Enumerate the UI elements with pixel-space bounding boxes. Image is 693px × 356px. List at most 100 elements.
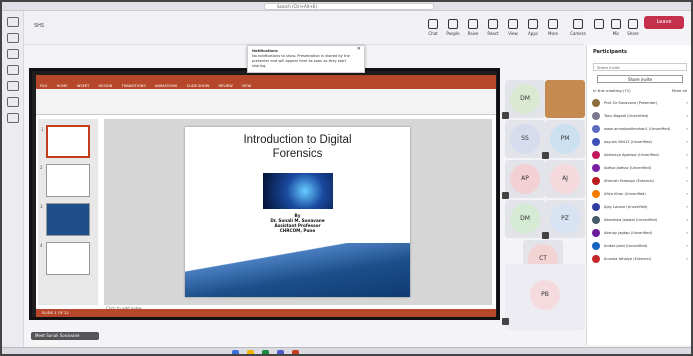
menu-slideshow[interactable]: SLIDE SHOW <box>186 84 209 88</box>
close-icon[interactable]: ✕ <box>357 47 361 52</box>
mic-icon: ⌁ <box>685 152 688 157</box>
participant-row[interactable]: Afrenish Farooqui (External) ⌁ <box>587 174 691 187</box>
powerpoint-app-icon[interactable] <box>292 350 299 354</box>
camera-button[interactable]: Camera <box>569 19 587 41</box>
files-icon[interactable] <box>6 97 19 107</box>
share-invite-button[interactable]: Share invite <box>597 75 683 83</box>
mic-icon: ⌁ <box>685 217 688 222</box>
avatar <box>592 137 600 146</box>
mic-icon: ⌁ <box>685 178 688 183</box>
mic-icon: ⌁ <box>685 204 688 209</box>
menu-animations[interactable]: ANIMATIONS <box>155 84 178 88</box>
share-button[interactable]: Share <box>624 19 642 41</box>
menu-design[interactable]: DESIGN <box>99 84 113 88</box>
apps-button[interactable]: Apps <box>524 19 542 41</box>
taskbar <box>2 347 691 354</box>
participant-name: Tanu Bagadi (Unverified) <box>604 113 649 118</box>
slide-thumb[interactable]: 1 <box>41 125 90 158</box>
app-icon[interactable] <box>262 350 269 354</box>
pp-title-bar <box>36 75 496 83</box>
pp-status-bar: SLIDE 1 OF 21 <box>36 309 496 317</box>
participant-name: Akshay Jagtap (Unverified) <box>604 230 653 235</box>
ribbon <box>36 89 496 115</box>
current-slide[interactable]: Introduction to Digital Forensics By Dr.… <box>185 127 410 297</box>
calls-icon[interactable] <box>6 81 19 91</box>
menu-review[interactable]: REVIEW <box>219 84 233 88</box>
chat-icon[interactable] <box>6 33 19 43</box>
slide-author-block: By Dr. Sonali M. Sonavane Assistant Prof… <box>270 213 325 233</box>
participant-row[interactable]: Tanu Bagadi (Unverified) ⌁ <box>587 109 691 122</box>
participant-name: Aditya Jadhav (Unverified) <box>604 165 652 170</box>
avatar <box>592 228 600 237</box>
mute-all-button[interactable]: Mute all <box>672 88 687 93</box>
raise-hand-button[interactable]: Raise <box>464 19 482 41</box>
participant-tiles: DM SS PM AP AJ DM PZ CT 1/3 PB <box>501 68 586 338</box>
participant-row[interactable]: Akshay Jagtap (Unverified) ⌁ <box>587 226 691 239</box>
teams-app-icon[interactable] <box>277 350 284 354</box>
cyber-hand-image <box>263 173 333 209</box>
avatar <box>592 254 600 263</box>
participant-name: aayush 08412 (Unverified) <box>604 139 652 144</box>
mic-icon: ⌁ <box>685 100 688 105</box>
react-button[interactable]: React <box>484 19 502 41</box>
participant-row[interactable]: Aditya Jadhav (Unverified) ⌁ <box>587 161 691 174</box>
people-button[interactable]: People <box>444 19 462 41</box>
avatar: PB <box>530 280 560 310</box>
avatar: DM <box>510 84 540 114</box>
participant-row[interactable]: Abhinaya Agarwal (Unverified) ⌁ <box>587 148 691 161</box>
participant-name: Afiya Khan (Unverified) <box>604 191 646 196</box>
camera-icon[interactable] <box>590 19 608 41</box>
avatar: AJ <box>550 164 580 194</box>
more-button[interactable]: More <box>544 19 562 41</box>
notification-popup: Notifications No notifications to show. … <box>247 45 365 73</box>
mic-off-icon <box>502 112 509 119</box>
leave-button[interactable]: Leave <box>644 16 684 29</box>
video-tile-camera[interactable] <box>545 80 585 118</box>
app-icon[interactable] <box>232 350 239 354</box>
apps-icon[interactable] <box>6 113 19 123</box>
participant-row[interactable]: Ajay Lonare (Unverified) ⌁ <box>587 200 691 213</box>
participant-row[interactable]: aayush 08412 (Unverified) ⌁ <box>587 135 691 148</box>
participant-row[interactable]: Aniket Joshi (Unverified) ⌁ <box>587 239 691 252</box>
view-button[interactable]: View <box>504 19 522 41</box>
shared-screen: FILE HOME INSERT DESIGN TRANSITIONS ANIM… <box>29 68 500 320</box>
participant-name: www anmolpatilmohan1 (Unverified) <box>604 126 671 131</box>
search-input[interactable]: Search (Ctrl+Alt+E) <box>264 3 434 10</box>
avatar <box>592 189 600 198</box>
teams-icon[interactable] <box>6 49 19 59</box>
presenter-label: Meet Sonali Sonavane (Unverified) <box>31 332 99 346</box>
chat-button[interactable]: Chat <box>424 19 442 41</box>
avatar: AP <box>510 164 540 194</box>
participant-row[interactable]: Afiya Khan (Unverified) ⌁ <box>587 187 691 200</box>
avatar <box>592 98 600 107</box>
participant-name: Aniket Joshi (Unverified) <box>604 243 648 248</box>
mic-off-icon <box>542 152 549 159</box>
app-icon[interactable] <box>247 350 254 354</box>
avatar <box>592 163 600 172</box>
participant-row[interactable]: www anmolpatilmohan1 (Unverified) ⌁ <box>587 122 691 135</box>
participant-row[interactable]: Anusha Athalye (External) ⌁ <box>587 252 691 265</box>
participant-row[interactable]: Prof. Dr Sonavane (Presenter) ⌁ <box>587 96 691 109</box>
invite-input[interactable]: Share invite <box>593 63 687 71</box>
participant-list: Prof. Dr Sonavane (Presenter) ⌁ Tanu Bagad… <box>587 96 691 265</box>
menu-file[interactable]: FILE <box>40 84 47 88</box>
slide-thumb[interactable]: 3 <box>40 203 90 236</box>
meeting-section-header: In this meeting (71) Mute all <box>587 85 691 96</box>
mic-button[interactable]: Mic <box>607 19 625 41</box>
mic-icon: ⌁ <box>685 139 688 144</box>
activity-icon[interactable] <box>6 17 19 27</box>
mic-off-icon <box>542 232 549 239</box>
slide-thumb[interactable]: 2 <box>40 164 90 197</box>
participant-row[interactable]: Akanksha Jaiswal (Unverified) ⌁ <box>587 213 691 226</box>
avatar: DM <box>510 204 540 234</box>
menu-insert[interactable]: INSERT <box>77 84 90 88</box>
menu-home[interactable]: HOME <box>57 84 68 88</box>
slide-thumb[interactable]: 4 <box>40 242 90 275</box>
avatar: PM <box>550 124 580 154</box>
menu-view[interactable]: VIEW <box>242 84 251 88</box>
menu-transitions[interactable]: TRANSITIONS <box>122 84 146 88</box>
section-label[interactable]: In this meeting (71) <box>593 88 631 93</box>
calendar-icon[interactable] <box>6 65 19 75</box>
participant-name: Afrenish Farooqui (External) <box>604 178 654 183</box>
notification-body: No notifications to show. Presentation i… <box>252 54 350 68</box>
